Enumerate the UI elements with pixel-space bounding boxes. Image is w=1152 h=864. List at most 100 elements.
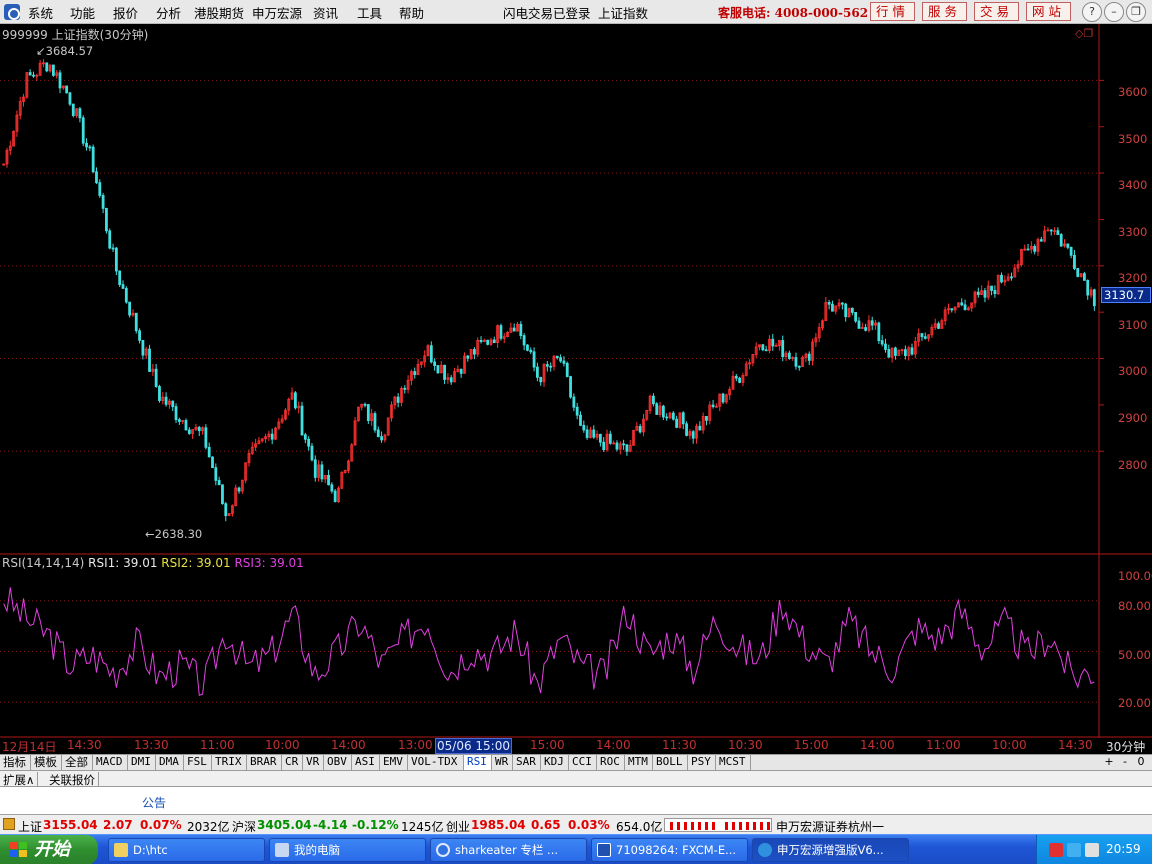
menu-news[interactable]: 资讯 bbox=[313, 3, 338, 22]
candle-body bbox=[675, 418, 679, 428]
taskbar-fxcm[interactable]: 71098264: FXCM-E... bbox=[591, 838, 748, 862]
start-label: 开始 bbox=[34, 839, 70, 860]
rsi3-value: RSI3: 39.01 bbox=[234, 556, 304, 570]
menu-help[interactable]: 帮助 bbox=[399, 3, 424, 22]
tab-emv[interactable]: EMV bbox=[380, 755, 408, 770]
candle-body bbox=[221, 484, 224, 505]
candle-body bbox=[615, 442, 619, 450]
tab-voltdx[interactable]: VOL-TDX bbox=[408, 755, 464, 770]
menu-quote[interactable]: 报价 bbox=[113, 3, 138, 22]
tab-all[interactable]: 全部 bbox=[62, 755, 93, 770]
candle-body bbox=[850, 307, 854, 313]
tab-add-button[interactable]: + bbox=[1102, 755, 1116, 769]
tab-trix[interactable]: TRIX bbox=[212, 755, 247, 770]
time-axis: 12月14日 14:30 13:30 11:00 10:00 14:00 13:00 05/0… bbox=[0, 738, 1152, 754]
tab-psy[interactable]: PSY bbox=[688, 755, 716, 770]
tab-sar[interactable]: SAR bbox=[513, 755, 541, 770]
time-tick-label: 15:00 bbox=[530, 738, 565, 752]
time-tick-label: 14:00 bbox=[331, 738, 366, 752]
tab-remove-button[interactable]: - bbox=[1118, 755, 1132, 769]
cy-volume: 654.0亿 bbox=[616, 820, 663, 834]
tab-obv[interactable]: OBV bbox=[324, 755, 352, 770]
menu-function[interactable]: 功能 bbox=[70, 3, 95, 22]
tab-brar[interactable]: BRAR bbox=[247, 755, 282, 770]
cy-pct: 0.03% bbox=[568, 818, 610, 832]
taskbar-shenwan-app[interactable]: 申万宏源增强版V6... bbox=[752, 838, 909, 862]
trade-button[interactable]: 交易 bbox=[974, 2, 1019, 21]
tab-wr[interactable]: WR bbox=[492, 755, 513, 770]
hs-volume: 1245亿 bbox=[401, 820, 444, 834]
status-icon[interactable] bbox=[3, 818, 15, 830]
candle-body bbox=[413, 371, 417, 376]
start-button[interactable]: 开始 bbox=[0, 835, 98, 864]
hs-price: 3405.04 bbox=[257, 818, 312, 832]
announcement-label[interactable]: 公告 bbox=[142, 794, 166, 811]
candle-body bbox=[433, 361, 437, 366]
tab-vr[interactable]: VR bbox=[303, 755, 324, 770]
menu-hk-futures[interactable]: 港股期货 bbox=[194, 3, 244, 22]
market-button[interactable]: 行情 bbox=[870, 2, 915, 21]
menu-tools[interactable]: 工具 bbox=[357, 3, 382, 22]
app-logo-icon[interactable] bbox=[4, 4, 20, 20]
high-label: ↙3684.57 bbox=[36, 44, 94, 58]
tab-cci[interactable]: CCI bbox=[569, 755, 597, 770]
chart-area[interactable]: 999999 上证指数(30分钟) ◇❐ ↙3684.57 ←2638.30 3… bbox=[0, 24, 1152, 754]
candle-body bbox=[526, 344, 529, 351]
candle-body bbox=[307, 438, 311, 447]
website-button[interactable]: 网站 bbox=[1026, 2, 1071, 21]
sh-label: 上证 bbox=[18, 820, 43, 834]
menu-shenwan[interactable]: 申万宏源 bbox=[252, 3, 302, 22]
tab-kdj[interactable]: KDJ bbox=[541, 755, 569, 770]
candle-body bbox=[575, 406, 579, 416]
candle-body bbox=[293, 392, 297, 409]
tab-roc[interactable]: ROC bbox=[597, 755, 625, 770]
taskbar-folder-htc[interactable]: D:\htc bbox=[108, 838, 265, 862]
candle-body bbox=[118, 270, 122, 285]
candle-body bbox=[705, 416, 708, 421]
candle-body bbox=[171, 400, 175, 408]
candle-body bbox=[376, 429, 380, 437]
tab-mcst[interactable]: MCST bbox=[716, 755, 751, 770]
menu-system[interactable]: 系统 bbox=[28, 3, 53, 22]
taskbar-my-computer[interactable]: 我的电脑 bbox=[269, 838, 426, 862]
candle-body bbox=[764, 349, 768, 352]
tab-macd[interactable]: MACD bbox=[93, 755, 128, 770]
candle-body bbox=[579, 414, 582, 426]
time-tick-label: 11:00 bbox=[926, 738, 961, 752]
chart-corner-icons[interactable]: ◇❐ bbox=[1075, 27, 1093, 40]
candle-body bbox=[101, 195, 105, 209]
candle-body bbox=[721, 393, 725, 403]
tab-asi[interactable]: ASI bbox=[352, 755, 380, 770]
tab-reset-button[interactable]: 0 bbox=[1134, 755, 1148, 769]
related-quote-tab[interactable]: 关联报价 bbox=[46, 772, 99, 788]
tab-rsi[interactable]: RSI bbox=[464, 755, 492, 770]
tray-app-icon[interactable] bbox=[1049, 843, 1063, 857]
tab-indicators[interactable]: 指标 bbox=[0, 755, 31, 770]
tab-templates[interactable]: 模板 bbox=[31, 755, 62, 770]
candle-body bbox=[320, 464, 324, 480]
tray-volume-icon[interactable] bbox=[1085, 843, 1099, 857]
candle-body bbox=[854, 311, 858, 322]
expand-tab[interactable]: 扩展∧ bbox=[0, 772, 39, 788]
tab-dmi[interactable]: DMI bbox=[128, 755, 156, 770]
candle-body bbox=[592, 429, 596, 438]
candle-body bbox=[164, 396, 168, 405]
menu-analysis[interactable]: 分析 bbox=[156, 3, 181, 22]
candle-body bbox=[1082, 273, 1086, 281]
candle-body bbox=[529, 349, 533, 353]
taskbar-browser[interactable]: sharkeater 专栏 ... bbox=[430, 838, 587, 862]
tab-fsl[interactable]: FSL bbox=[184, 755, 212, 770]
chart-canvas[interactable] bbox=[0, 24, 1152, 738]
candle-body bbox=[363, 403, 367, 406]
tab-dma[interactable]: DMA bbox=[156, 755, 184, 770]
tab-mtm[interactable]: MTM bbox=[625, 755, 653, 770]
tray-network-icon[interactable] bbox=[1067, 843, 1081, 857]
tab-cr[interactable]: CR bbox=[282, 755, 303, 770]
help-window-button[interactable]: ? bbox=[1082, 2, 1102, 22]
price-tick-label: 2900 bbox=[1118, 411, 1148, 425]
minimize-button[interactable]: – bbox=[1104, 2, 1124, 22]
rsi-line bbox=[3, 587, 1095, 696]
restore-button[interactable]: ❐ bbox=[1126, 2, 1146, 22]
service-button[interactable]: 服务 bbox=[922, 2, 967, 21]
tab-boll[interactable]: BOLL bbox=[653, 755, 688, 770]
